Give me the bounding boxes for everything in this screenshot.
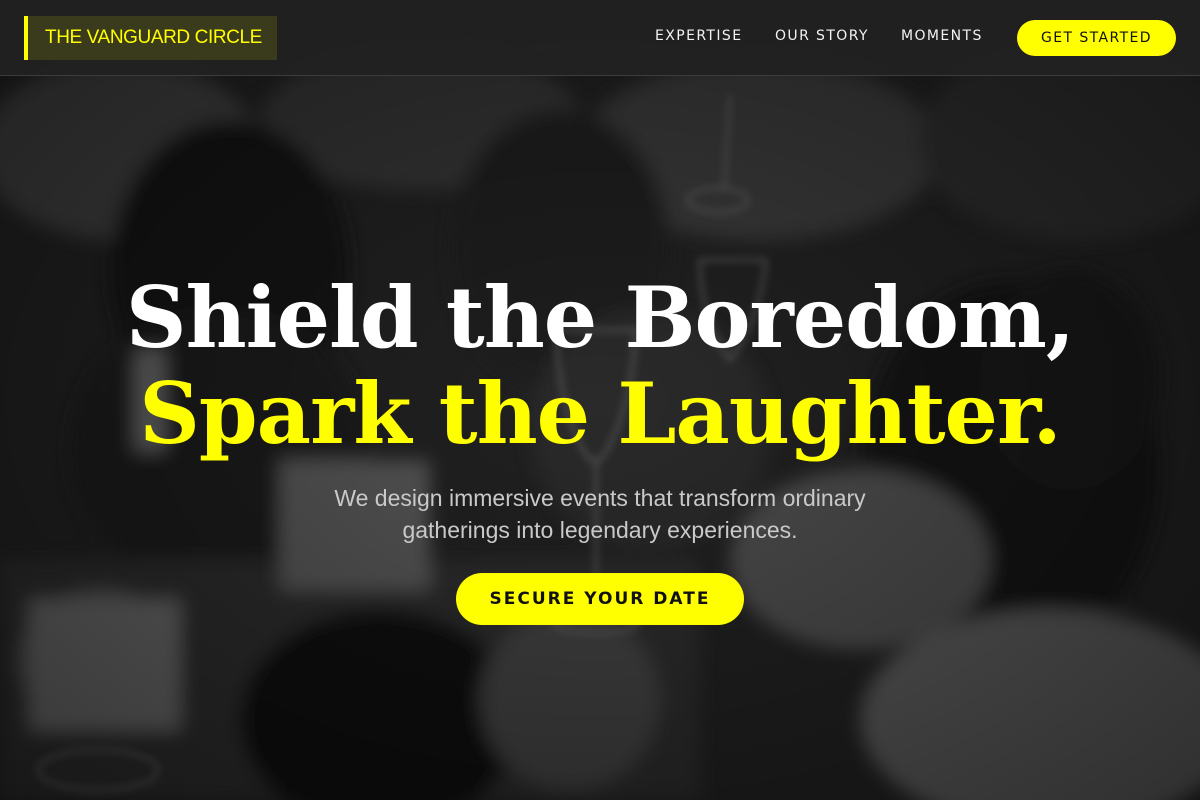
hero-subtitle: We design immersive events that transfor… [334,485,866,543]
landing-page: THE VANGUARD CIRCLE EXPERTISE OUR STORY … [0,0,1200,800]
get-started-button[interactable]: GET STARTED [1017,20,1176,56]
secure-your-date-button[interactable]: SECURE YOUR DATE [456,573,744,625]
hero-headline-line-1: Shield the Boredom, [125,268,1075,367]
top-navigation-bar: THE VANGUARD CIRCLE EXPERTISE OUR STORY … [0,0,1200,76]
hero-headline-line-2: Spark the Laughter. [139,364,1062,463]
nav-link-expertise[interactable]: EXPERTISE [655,28,742,44]
nav-link-our-story[interactable]: OUR STORY [775,28,869,44]
nav-link-moments[interactable]: MOMENTS [901,28,983,44]
brand-name: THE VANGUARD CIRCLE [45,27,262,48]
brand-logo[interactable]: THE VANGUARD CIRCLE [24,16,277,60]
